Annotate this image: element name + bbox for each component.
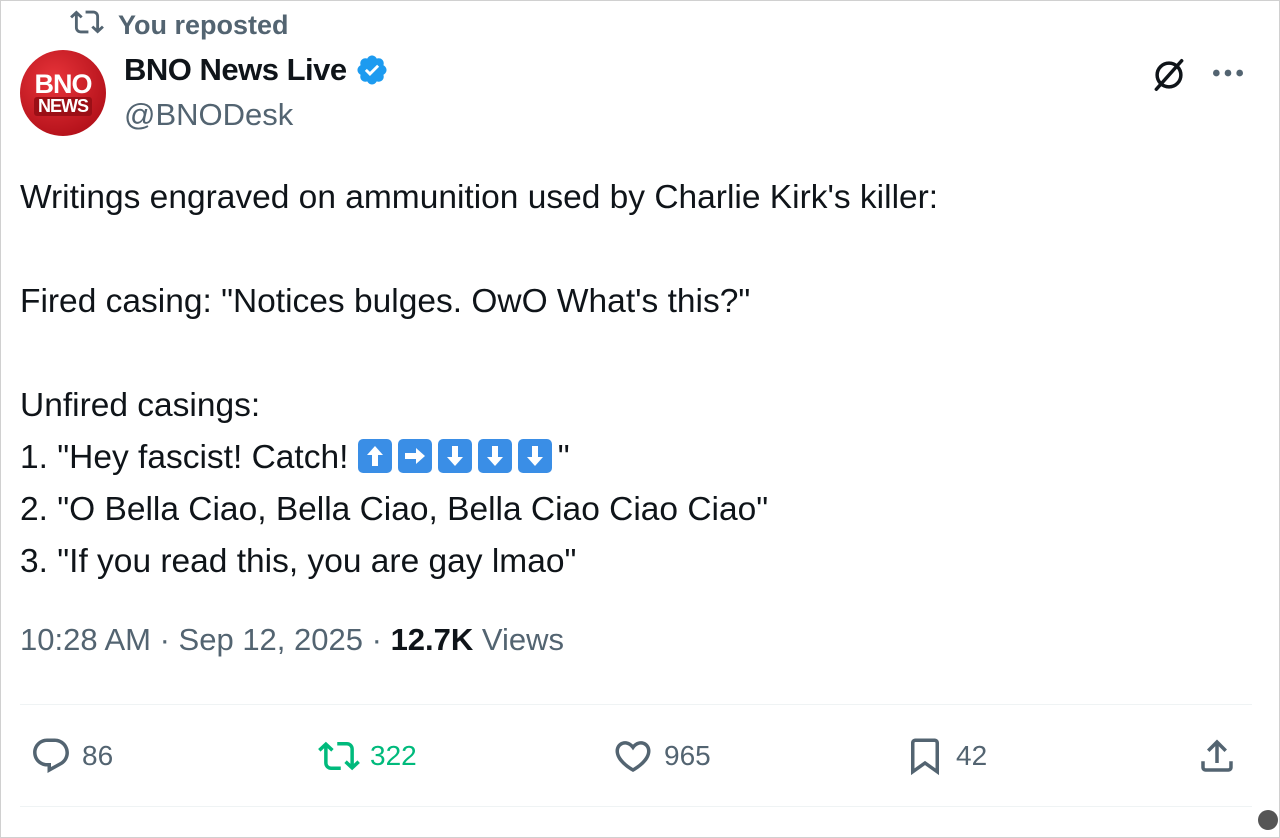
divider <box>20 704 1252 705</box>
reply-button[interactable]: 86 <box>30 734 113 778</box>
repost-icon <box>318 741 360 771</box>
like-count: 965 <box>664 740 711 771</box>
meta-separator: · <box>363 622 391 657</box>
heart-icon <box>615 741 651 773</box>
repost-icon <box>70 5 104 46</box>
avatar-text-news: NEWS <box>34 96 92 116</box>
views-count: 12.7K <box>390 622 474 657</box>
post-line-item-2: 2. "O Bella Ciao, Bella Ciao, Bella Ciao… <box>20 491 769 528</box>
post-body: Writings engraved on ammunition used by … <box>20 172 1240 588</box>
reply-icon <box>33 738 69 773</box>
avatar-text-bno: BNO <box>34 68 93 99</box>
post-date[interactable]: Sep 12, 2025 <box>179 622 363 657</box>
views-label: Views <box>481 622 565 657</box>
arrow-up-icon <box>357 439 392 473</box>
share-icon <box>1201 739 1233 772</box>
like-button[interactable]: 965 <box>612 734 711 778</box>
share-button[interactable] <box>1196 734 1238 778</box>
reply-count: 86 <box>82 740 114 771</box>
post-line-item-3: 3. "If you read this, you are gay lmao" <box>20 543 577 580</box>
grok-icon[interactable] <box>1150 56 1188 94</box>
arrow-down-icon <box>517 439 552 473</box>
post-line-item-1: 1. "Hey fascist! Catch! " <box>20 432 1240 484</box>
arrow-down-icon <box>477 439 512 473</box>
verified-badge-icon[interactable] <box>355 53 389 87</box>
post-line-unfired-heading: Unfired casings: <box>20 387 261 424</box>
bookmark-count: 42 <box>956 740 988 771</box>
arrow-down-icon <box>437 439 472 473</box>
more-options-icon[interactable] <box>1208 56 1248 90</box>
bookmark-icon <box>911 738 939 776</box>
post-line-fired-casing: Fired casing: "Notices bulges. OwO What'… <box>20 283 751 320</box>
repost-count: 322 <box>370 740 417 771</box>
arrow-right-icon <box>397 439 432 473</box>
divider <box>20 806 1252 807</box>
author-name[interactable]: BNO News Live <box>124 52 347 88</box>
post-line-headline: Writings engraved on ammunition used by … <box>20 179 939 216</box>
meta-separator: · <box>150 622 179 657</box>
item-1-prefix: 1. "Hey fascist! Catch! <box>20 439 358 476</box>
author-handle[interactable]: @BNODesk <box>124 97 293 133</box>
repost-button[interactable]: 322 <box>318 734 417 778</box>
bookmark-button[interactable]: 42 <box>904 734 987 778</box>
screenshot-badge-icon <box>1258 810 1278 830</box>
repost-label: You reposted <box>118 9 289 40</box>
arrow-emoji-group <box>357 439 558 476</box>
post-time[interactable]: 10:28 AM <box>20 622 151 657</box>
avatar[interactable]: BNO NEWS <box>20 50 106 136</box>
post-metadata: 10:28 AM · Sep 12, 2025 · 12.7K Views <box>20 622 564 658</box>
repost-indicator[interactable]: You reposted <box>70 8 289 42</box>
item-1-suffix: " <box>557 439 570 476</box>
